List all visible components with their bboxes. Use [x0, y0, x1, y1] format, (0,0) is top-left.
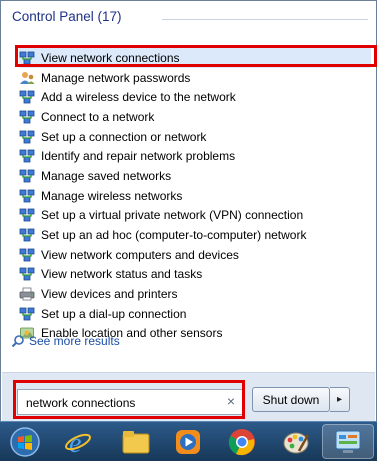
network-icon	[19, 129, 35, 145]
network-icon	[19, 227, 35, 243]
see-more-results-link[interactable]: See more results	[11, 334, 120, 348]
start-orb-icon	[10, 426, 40, 457]
result-item-label: Identify and repair network problems	[41, 149, 236, 164]
result-item[interactable]: Set up a connection or network	[19, 127, 371, 147]
taskbar: e	[0, 421, 377, 461]
network-icon	[19, 188, 35, 204]
result-item-label: Set up a dial-up connection	[41, 306, 187, 321]
network-icon	[19, 207, 35, 223]
network-icon	[19, 306, 35, 322]
svg-text:e: e	[69, 428, 81, 457]
network-icon	[19, 89, 35, 105]
result-item-label: View network status and tasks	[41, 267, 203, 282]
start-orb-button[interactable]	[6, 424, 44, 459]
result-item-label: View network computers and devices	[41, 247, 239, 262]
see-more-label: See more results	[29, 334, 120, 348]
file-explorer-icon	[122, 430, 150, 453]
network-icon	[19, 109, 35, 125]
result-item[interactable]: View network computers and devices	[19, 245, 371, 265]
printer-icon	[19, 286, 35, 302]
network-icon	[19, 148, 35, 164]
result-item[interactable]: View network status and tasks	[19, 265, 371, 285]
results-list: View network connections Manage network p…	[19, 48, 371, 343]
result-item-label: Add a wireless device to the network	[41, 90, 236, 105]
result-item[interactable]: Identify and repair network problems	[19, 146, 371, 166]
taskbar-paint[interactable]	[270, 424, 322, 459]
network-icon	[19, 168, 35, 184]
taskbar-media-player[interactable]	[162, 424, 214, 459]
media-player-icon	[176, 429, 200, 454]
internet-explorer-icon: e	[65, 428, 91, 457]
result-item[interactable]: Manage wireless networks	[19, 186, 371, 206]
highlight-box-result	[15, 45, 377, 67]
chevron-right-icon: ▸	[336, 394, 343, 405]
result-item[interactable]: Add a wireless device to the network	[19, 87, 371, 107]
result-item[interactable]: Set up a virtual private network (VPN) c…	[19, 206, 371, 226]
result-item[interactable]: Set up an ad hoc (computer-to-computer) …	[19, 225, 371, 245]
result-item-label: Manage wireless networks	[41, 188, 183, 203]
result-item-label: Connect to a network	[41, 109, 155, 124]
taskbar-file-explorer[interactable]	[110, 424, 162, 459]
result-item-label: View devices and printers	[41, 287, 178, 302]
user-accounts-icon	[19, 70, 35, 86]
result-item-label: Manage saved networks	[41, 168, 172, 183]
control-panel-icon	[335, 430, 361, 453]
result-item[interactable]: View devices and printers	[19, 284, 371, 304]
network-icon	[19, 266, 35, 282]
result-item[interactable]: Connect to a network	[19, 107, 371, 127]
highlight-box-search	[13, 380, 245, 419]
result-item-label: Set up a connection or network	[41, 129, 207, 144]
taskbar-control-panel[interactable]	[322, 424, 374, 459]
result-item[interactable]: Manage saved networks	[19, 166, 371, 186]
start-menu: Control Panel (17) View network connecti…	[0, 0, 377, 460]
network-icon	[19, 247, 35, 263]
result-item-label: Manage network passwords	[41, 70, 191, 85]
result-item[interactable]: Manage network passwords	[19, 68, 371, 88]
shutdown-options-button[interactable]: ▸	[330, 387, 350, 412]
shutdown-button[interactable]: Shut down	[252, 387, 330, 412]
paint-icon	[283, 432, 310, 453]
section-title[interactable]: Control Panel (17)	[12, 9, 122, 24]
magnifier-icon	[11, 335, 24, 348]
taskbar-chrome[interactable]	[216, 424, 268, 459]
result-item[interactable]: Set up a dial-up connection	[19, 304, 371, 324]
chrome-icon	[228, 428, 255, 455]
result-item-label: Set up a virtual private network (VPN) c…	[41, 208, 304, 223]
section-divider	[162, 19, 368, 20]
result-item-label: Set up an ad hoc (computer-to-computer) …	[41, 228, 307, 243]
taskbar-internet-explorer[interactable]: e	[52, 424, 104, 459]
